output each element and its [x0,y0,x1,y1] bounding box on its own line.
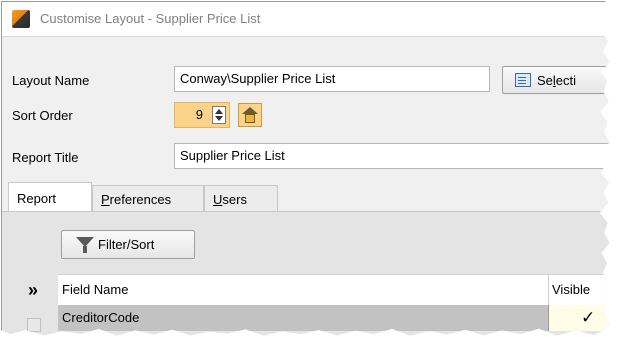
app-icon [12,10,30,28]
column-separator [548,275,549,305]
home-icon [245,114,255,123]
customise-layout-window: Customise Layout - Supplier Price List L… [1,1,611,336]
home-button[interactable] [238,103,262,127]
select-button[interactable]: Selecti [502,66,611,94]
spinner-down-icon[interactable] [215,116,223,121]
layout-name-label: Layout Name [12,73,90,88]
report-title-label: Report Title [12,150,79,165]
tab-report-label: Report [17,191,57,206]
row-indicator-icon [27,318,41,332]
report-title-field[interactable]: Supplier Price List [174,143,611,169]
tab-preferences-label: Preferences [101,192,172,207]
visible-checkbox-cell[interactable]: ✓ [548,305,611,331]
sort-order-label: Sort Order [12,108,73,123]
layout-name-field[interactable]: Conway\Supplier Price List [174,66,490,92]
home-roof-icon [242,107,258,114]
funnel-stem [83,246,87,253]
filter-sort-label: Filter/Sort [98,237,155,252]
select-button-label: Selecti [537,73,577,88]
tab-users-label: Users [213,192,247,207]
sort-order-spinner[interactable] [212,106,226,124]
tab-users[interactable]: Users [204,185,278,212]
spinner-up-icon[interactable] [215,109,223,114]
table-row[interactable]: CreditorCode ✓ [58,305,611,331]
column-header-visible[interactable]: Visible [552,282,590,297]
tab-report[interactable]: Report [8,182,92,213]
tab-strip: Report Preferences Users [2,182,610,213]
field-name-cell: CreditorCode [62,310,140,325]
select-document-icon [515,73,531,87]
title-bar: Customise Layout - Supplier Price List [2,2,611,37]
tab-preferences[interactable]: Preferences [92,185,204,212]
window-title: Customise Layout - Supplier Price List [40,11,261,26]
column-header-field-name[interactable]: Field Name [62,282,128,297]
expand-icon[interactable]: » [28,280,38,301]
filter-sort-button[interactable]: Filter/Sort [61,230,195,259]
grid-header: Field Name Visible [58,274,611,306]
check-icon: ✓ [581,308,596,327]
